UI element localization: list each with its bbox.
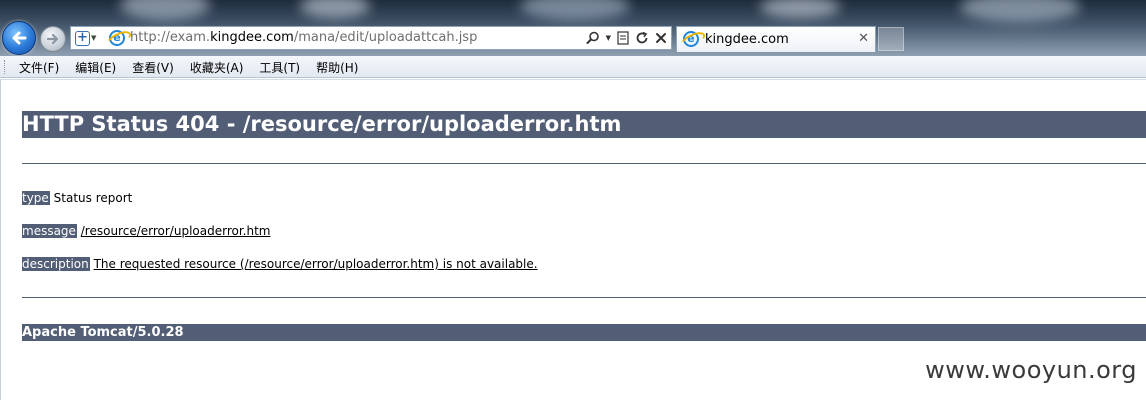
- new-tab-button[interactable]: [878, 27, 904, 51]
- menu-item-edit[interactable]: 编辑(E): [75, 59, 116, 76]
- back-button[interactable]: [2, 21, 36, 55]
- back-arrow-icon: [12, 31, 27, 45]
- menu-item-tools[interactable]: 工具(T): [259, 59, 300, 76]
- search-icon[interactable]: [586, 31, 600, 45]
- compatibility-view-button[interactable]: + ▼: [75, 29, 103, 47]
- content-divider: [0, 79, 1146, 80]
- type-label: type: [22, 191, 50, 205]
- address-tools: ▼: [586, 29, 667, 47]
- stop-icon[interactable]: [655, 32, 667, 44]
- divider-top: [22, 163, 1146, 164]
- chevron-down-icon: ▼: [91, 34, 97, 42]
- url-prefix: http://exam.: [130, 30, 211, 45]
- address-bar[interactable]: + ▼ e http://exam.kingdee.com/mana/edit/…: [70, 26, 672, 50]
- message-row: message /resource/error/uploaderror.htm: [22, 224, 270, 238]
- forward-arrow-icon: [46, 33, 59, 45]
- url-host: kingdee.com: [210, 30, 294, 45]
- watermark: www.wooyun.org: [925, 356, 1137, 384]
- description-row: description The requested resource (/res…: [22, 257, 538, 271]
- page-title: HTTP Status 404 - /resource/error/upload…: [22, 111, 1146, 138]
- compatibility-icon[interactable]: [617, 31, 629, 45]
- message-value: /resource/error/uploaderror.htm: [80, 224, 271, 238]
- content-left-edge: [0, 79, 1, 400]
- address-url[interactable]: http://exam.kingdee.com/mana/edit/upload…: [130, 30, 477, 45]
- url-path: /mana/edit/uploadattcah.jsp: [293, 30, 478, 45]
- menu-item-file[interactable]: 文件(F): [19, 59, 59, 76]
- search-dropdown-icon[interactable]: ▼: [606, 34, 611, 42]
- tab-ie-logo-icon: e: [683, 31, 699, 47]
- type-row: type Status report: [22, 191, 132, 205]
- plus-icon: +: [75, 30, 90, 46]
- description-label: description: [22, 257, 90, 271]
- message-label: message: [22, 224, 77, 238]
- browser-title-bar: + ▼ e http://exam.kingdee.com/mana/edit/…: [0, 0, 1146, 56]
- menu-bar: 文件(F) 编辑(E) 查看(V) 收藏夹(A) 工具(T) 帮助(H): [0, 56, 1146, 78]
- menu-item-view[interactable]: 查看(V): [132, 59, 174, 76]
- server-footer: Apache Tomcat/5.0.28: [22, 324, 1146, 341]
- refresh-icon[interactable]: [635, 31, 649, 45]
- menu-item-help[interactable]: 帮助(H): [316, 59, 358, 76]
- divider-bottom: [22, 297, 1146, 298]
- description-value: The requested resource (/resource/error/…: [93, 257, 538, 271]
- tab-title: kingdee.com: [705, 32, 789, 47]
- menu-item-favorites[interactable]: 收藏夹(A): [190, 59, 244, 76]
- tab-kingdee[interactable]: e kingdee.com ✕: [676, 26, 876, 52]
- menu-grip: [4, 60, 7, 74]
- ie-logo-icon: e: [109, 30, 125, 46]
- menu-items: 文件(F) 编辑(E) 查看(V) 收藏夹(A) 工具(T) 帮助(H): [19, 59, 374, 76]
- forward-button[interactable]: [40, 26, 66, 52]
- close-icon[interactable]: ✕: [858, 31, 869, 46]
- type-value: Status report: [53, 191, 133, 205]
